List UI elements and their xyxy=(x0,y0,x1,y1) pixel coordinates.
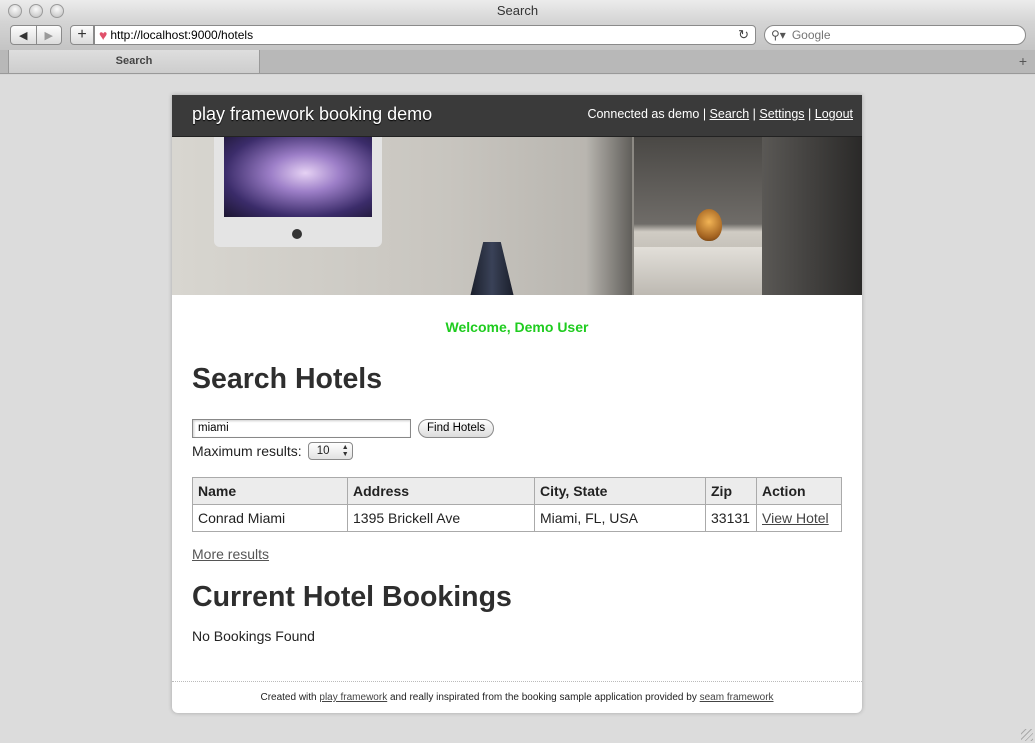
browser-toolbar: ◀ ▶ + ♥ ↻ ⚲▾ xyxy=(0,22,1035,50)
nav-separator: | xyxy=(808,107,812,121)
nav-separator: | xyxy=(702,107,707,121)
new-tab-icon[interactable]: + xyxy=(1019,53,1027,69)
forward-arrow-icon: ▶ xyxy=(44,29,53,42)
max-results-label: Maximum results: xyxy=(192,443,302,459)
connected-as-text: Connected as demo xyxy=(587,107,700,121)
site-brand: play framework booking demo xyxy=(192,104,433,124)
window-controls xyxy=(8,4,64,18)
play-framework-link[interactable]: play framework xyxy=(319,692,387,703)
find-hotels-button[interactable]: Find Hotels xyxy=(418,418,495,438)
site-header: play framework booking demo Connected as… xyxy=(172,95,862,137)
lamp-illustration xyxy=(470,242,514,295)
close-window-button[interactable] xyxy=(8,4,22,18)
hero-banner-image xyxy=(172,137,862,295)
column-header-action: Action xyxy=(756,477,842,505)
hotel-name-cell: Conrad Miami xyxy=(192,504,348,532)
url-input[interactable] xyxy=(110,28,739,42)
page-viewport: play framework booking demo Connected as… xyxy=(0,75,1035,743)
nav-buttons: ◀ ▶ xyxy=(10,25,62,45)
reload-icon[interactable]: ↻ xyxy=(738,27,749,43)
seam-framework-link[interactable]: seam framework xyxy=(700,692,774,703)
bed-illustration xyxy=(634,247,762,295)
footer-prefix: Created with xyxy=(260,692,317,703)
logout-link[interactable]: Logout xyxy=(815,107,853,121)
column-header-city-state: City, State xyxy=(534,477,706,505)
welcome-message: Welcome, Demo User xyxy=(445,319,589,335)
search-hotels-heading: Search Hotels xyxy=(192,363,383,395)
column-header-name: Name xyxy=(192,477,348,505)
settings-link[interactable]: Settings xyxy=(759,107,804,121)
page-container: play framework booking demo Connected as… xyxy=(172,95,862,713)
no-bookings-message: No Bookings Found xyxy=(192,628,315,644)
table-header-row: Name Address City, State Zip Action xyxy=(192,477,842,505)
site-footer: Created with play framework and really i… xyxy=(172,681,862,713)
address-bar[interactable]: ♥ ↻ xyxy=(94,25,756,45)
back-button[interactable]: ◀ xyxy=(11,26,36,44)
search-link[interactable]: Search xyxy=(710,107,750,121)
heart-icon: ♥ xyxy=(99,27,108,43)
updown-arrows-icon: ▲ ▼ xyxy=(341,444,349,458)
window-titlebar: Search xyxy=(0,0,1035,22)
forward-button[interactable]: ▶ xyxy=(35,26,62,44)
tab-search[interactable]: Search xyxy=(8,50,260,74)
hotels-table: Name Address City, State Zip Action Conr… xyxy=(192,477,842,532)
current-bookings-heading: Current Hotel Bookings xyxy=(192,581,512,613)
column-header-address: Address xyxy=(347,477,535,505)
browser-search-input[interactable] xyxy=(789,27,1025,43)
back-arrow-icon: ◀ xyxy=(19,29,28,42)
search-form: Find Hotels xyxy=(192,418,842,438)
window-resize-handle[interactable] xyxy=(1021,729,1033,741)
main-content: Welcome, Demo User Search Hotels Find Ho… xyxy=(172,319,862,646)
search-icon: ⚲▾ xyxy=(771,28,786,42)
hotel-search-input[interactable] xyxy=(192,418,411,438)
window-title: Search xyxy=(496,3,539,18)
hotel-city-state-cell: Miami, FL, USA xyxy=(534,504,706,532)
footer-middle-text: and really inspirated from the booking s… xyxy=(389,692,697,703)
column-header-zip: Zip xyxy=(705,477,757,505)
user-nav: Connected as demo | Search | Settings | … xyxy=(587,107,853,121)
minimize-window-button[interactable] xyxy=(29,4,43,18)
browser-search-box[interactable]: ⚲▾ xyxy=(764,25,1026,45)
mask-illustration xyxy=(696,209,722,241)
add-bookmark-button[interactable]: + xyxy=(70,25,94,45)
max-results-select[interactable]: 10 ▲ ▼ xyxy=(307,442,353,460)
tab-bar: Search + xyxy=(0,50,1035,74)
max-results-row: Maximum results: 10 ▲ ▼ xyxy=(192,441,842,461)
monitor-illustration xyxy=(214,137,382,247)
zoom-window-button[interactable] xyxy=(50,4,64,18)
hotel-zip-cell: 33131 xyxy=(705,504,757,532)
table-row: Conrad Miami 1395 Brickell Ave Miami, FL… xyxy=(192,504,842,532)
hotel-address-cell: 1395 Brickell Ave xyxy=(347,504,535,532)
more-results-link[interactable]: More results xyxy=(192,546,269,562)
hotel-action-cell: View Hotel xyxy=(756,504,842,532)
max-results-value: 10 xyxy=(316,445,330,457)
nav-separator: | xyxy=(752,107,756,121)
view-hotel-link[interactable]: View Hotel xyxy=(762,510,829,526)
plus-icon: + xyxy=(77,26,87,43)
